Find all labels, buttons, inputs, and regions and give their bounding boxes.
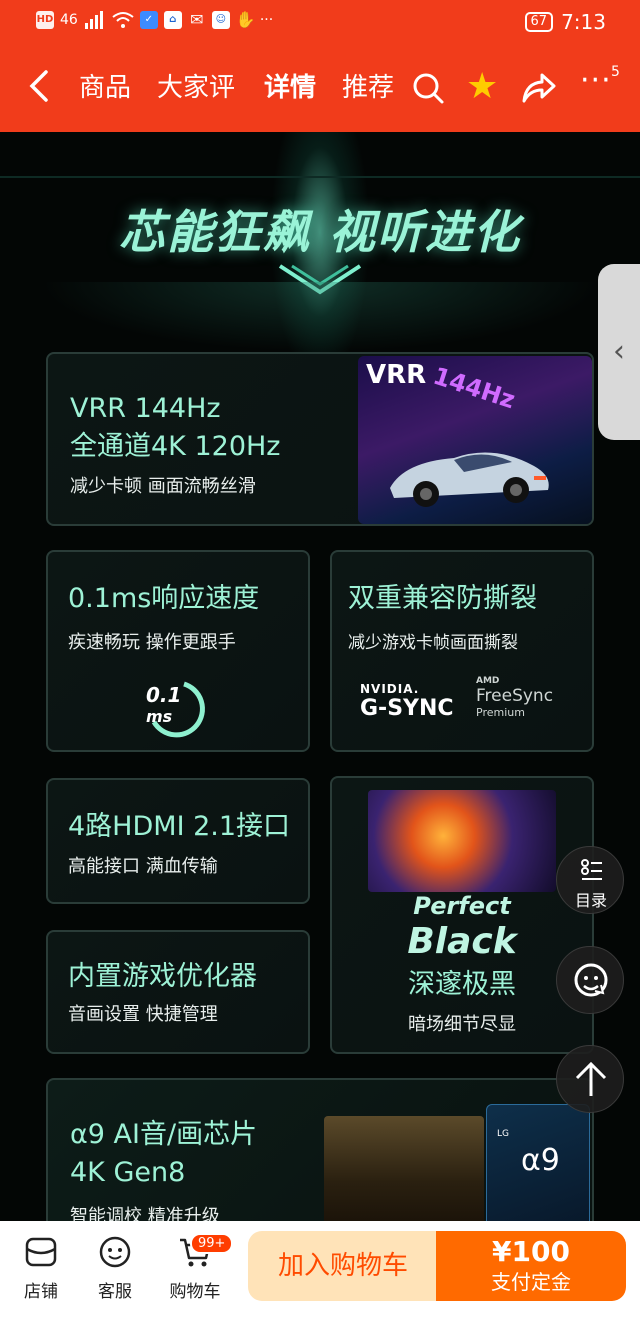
response-subtitle: 疾速畅玩 操作更跟手 [68,632,236,653]
signal-icon [84,11,103,29]
store-icon [25,1237,57,1267]
feature-card-game: 内置游戏优化器 音画设置 快捷管理 [46,930,310,1054]
deposit-price: ¥100 [492,1235,570,1268]
response-title: 0.1ms响应速度 [68,583,260,614]
back-button[interactable] [26,66,56,106]
search-icon[interactable] [411,71,445,105]
ai-title-line1: α9 AI音/画芯片 [70,1119,258,1150]
more-badge: 5 [611,64,620,80]
chevron-left-icon: ‹ [613,334,625,369]
chip-brand: LG [497,1129,509,1139]
customer-service-button[interactable] [556,946,624,1014]
hdmi-subtitle: 高能接口 满血传输 [68,856,218,877]
freesync-tier: Premium [476,706,525,719]
amd-freesync-logo: AMD FreeSync Premium [476,676,553,719]
more-button[interactable]: ··· [580,66,612,96]
soldier-image [324,1116,484,1221]
scroll-to-top-button[interactable] [556,1045,624,1113]
black-title: 深邃极黑 [408,969,516,1000]
divider [0,176,640,178]
wechat-icon: ✉ [190,10,204,29]
racing-car-image: VRR 144Hz [358,356,592,524]
tab-reviews[interactable]: 大家评 [157,72,235,104]
freesync-label: FreeSync [476,686,554,706]
vrr-image-label-2: 144Hz [429,361,519,415]
tab-details[interactable]: 详情 [264,72,316,104]
game-icon: ☺ [211,11,230,29]
more-notifications: ··· [259,12,274,28]
feature-card-black: Perfect Black 深邃极黑 暗场细节尽显 [330,776,594,1054]
ai-title-line2: 4K Gen8 [70,1157,186,1188]
customer-service-icon [99,1236,131,1268]
explosion-scene-image [368,790,556,892]
clock: 7:13 [561,10,606,34]
shield-icon: ✓ [139,11,158,29]
hdmi-title: 4路HDMI 2.1接口 [68,811,291,842]
toc-label: 目录 [574,891,607,910]
ai-subtitle: 智能调校 精准升级 [70,1206,220,1221]
chevron-left-icon [29,70,48,102]
feature-card-hdmi: 4路HDMI 2.1接口 高能接口 满血传输 [46,778,310,904]
game-title: 内置游戏优化器 [68,961,257,992]
feature-card-response: 0.1ms响应速度 疾速畅玩 操作更跟手 0.1 ms [46,550,310,752]
deposit-label: 支付定金 [491,1270,571,1294]
nvidia-label: NVIDIA. [360,682,420,696]
list-icon [581,859,602,880]
game-subtitle: 音画设置 快捷管理 [68,1004,218,1025]
processor-chip-image: LG α9 [486,1104,590,1221]
floor-decoration [40,282,600,352]
customer-service-icon [574,963,608,997]
store-button[interactable]: 店铺 [6,1235,76,1305]
table-of-contents-button[interactable]: 目录 [556,846,624,914]
vrr-subtitle: 减少卡顿 画面流畅丝滑 [70,476,256,497]
gsync-label: G-SYNC [360,696,454,721]
service-label: 客服 [98,1282,132,1302]
nvidia-gsync-logo: NVIDIA. G-SYNC [360,682,454,722]
bottom-action-bar: 店铺 客服 购物车 99+ 加入购物车 ¥100 支付定金 [0,1221,640,1329]
app-icon: ⌂ [163,11,182,29]
perfect-black-logo: Perfect Black [332,890,592,962]
tab-recommend[interactable]: 推荐 [342,72,394,104]
wifi-icon [112,12,134,28]
logo-line2: Black [407,921,517,962]
status-icons: HD 46 ✓ ⌂ ✉ ☺ ✋ ··· [36,11,273,29]
tab-product[interactable]: 商品 [79,72,131,104]
cart-label: 购物车 [169,1282,221,1302]
response-time-logo: 0.1 ms [146,681,205,738]
black-subtitle: 暗场细节尽显 [408,1014,516,1035]
sync-subtitle: 减少游戏卡帧画面撕裂 [348,633,518,653]
logo-text-value: 0.1 [146,683,181,707]
vrr-image-label: VRR [366,360,427,390]
sync-title: 双重兼容防撕裂 [348,583,537,614]
side-panel-handle[interactable]: ‹ [598,264,640,440]
hd-icon: HD [36,11,54,29]
arrow-up-icon [575,1061,607,1096]
product-nav-bar: 商品 大家评 详情 推荐 ★ ··· 5 [0,44,640,132]
chip-label: α9 [521,1143,560,1178]
vrr-title-line2: 全通道4K 120Hz [70,431,281,462]
feature-card-ai-chip: α9 AI音/画芯片 4K Gen8 智能调校 精准升级 LG α9 [46,1078,594,1221]
hand-icon: ✋ [235,10,256,29]
feature-card-sync: 双重兼容防撕裂 减少游戏卡帧画面撕裂 NVIDIA. G-SYNC AMD Fr… [330,550,594,752]
logo-text-unit: ms [146,707,172,726]
share-icon[interactable] [520,71,558,105]
star-icon[interactable]: ★ [466,68,498,106]
battery-indicator: 67 [524,12,554,32]
amd-label: AMD [476,676,500,686]
vrr-title-line1: VRR 144Hz [70,393,221,424]
car-illustration [390,452,549,507]
add-to-cart-button[interactable]: 加入购物车 [248,1231,438,1301]
feature-card-vrr: VRR 144Hz 全通道4K 120Hz 减少卡顿 画面流畅丝滑 VRR 14… [46,352,594,526]
status-bar: HD 46 ✓ ⌂ ✉ ☺ ✋ ··· 67 7:13 [0,0,640,44]
network-label: 46 [60,12,78,28]
service-button[interactable]: 客服 [80,1235,150,1305]
store-label: 店铺 [24,1282,58,1302]
cart-count-badge: 99+ [190,1233,234,1254]
logo-line1: Perfect [413,892,511,920]
detail-content[interactable]: 芯能狂飙 视听进化 VRR 144Hz 全通道4K 120Hz 减少卡顿 画面流… [0,132,640,1221]
detail-headline: 芯能狂飙 视听进化 [118,205,521,259]
pay-deposit-button[interactable]: ¥100 支付定金 [436,1231,626,1301]
